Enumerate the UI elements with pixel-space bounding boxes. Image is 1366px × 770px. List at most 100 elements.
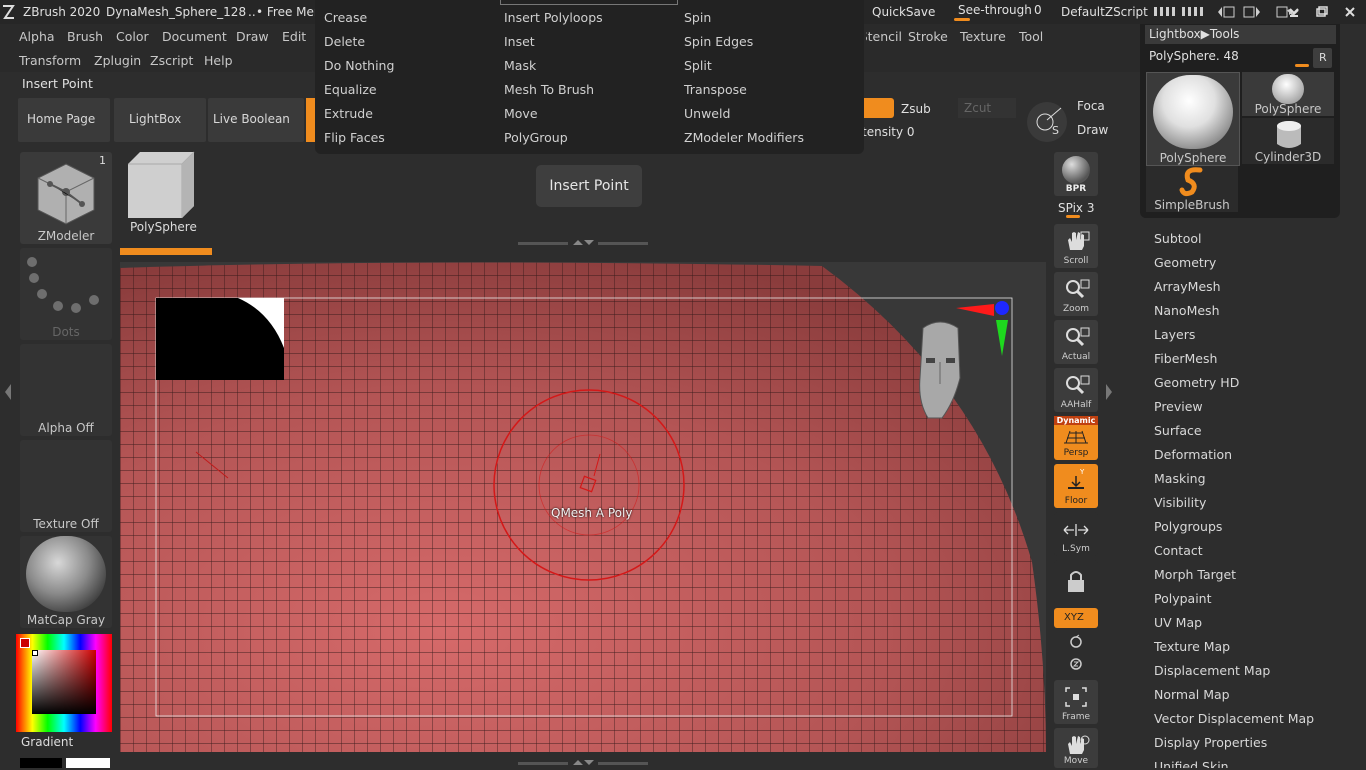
lightbox-tools-button[interactable]: Lightbox▶Tools — [1145, 25, 1336, 44]
action-unweld[interactable]: Unweld — [684, 106, 730, 121]
tool-thumb-cylinder3d[interactable]: Cylinder3D — [1242, 118, 1334, 164]
right-tray-arrow-icon[interactable] — [1105, 382, 1113, 405]
stroke-picker[interactable]: Dots — [20, 248, 112, 340]
subpalette-masking[interactable]: Masking — [1154, 471, 1206, 486]
subpalette-polygroups[interactable]: Polygroups — [1154, 519, 1222, 534]
menu-transform[interactable]: Transform — [19, 53, 81, 68]
bpr-button[interactable]: BPR — [1054, 152, 1098, 196]
rotate-z-icon[interactable] — [1068, 656, 1084, 675]
action-inset[interactable]: Inset — [504, 34, 535, 49]
action-extrude[interactable]: Extrude — [324, 106, 373, 121]
persp-button[interactable]: Dynamic Persp — [1054, 416, 1098, 460]
action-equalize[interactable]: Equalize — [324, 82, 377, 97]
subpalette-nanomesh[interactable]: NanoMesh — [1154, 303, 1220, 318]
see-through-slider[interactable]: See-through 0 — [952, 2, 1050, 22]
subpalette-geometry-hd[interactable]: Geometry HD — [1154, 375, 1239, 390]
subpalette-vector-displacement-map[interactable]: Vector Displacement Map — [1154, 711, 1314, 726]
action-transpose[interactable]: Transpose — [684, 82, 747, 97]
top-shelf-handle[interactable] — [518, 236, 648, 245]
tool-thumb-polysphere-small[interactable]: PolySphere — [1242, 72, 1334, 116]
secondary-color-swatch[interactable] — [20, 758, 62, 768]
gradient-label[interactable]: Gradient — [21, 735, 73, 749]
aahalf-button[interactable]: AAHalf — [1054, 368, 1098, 412]
subpalette-displacement-map[interactable]: Displacement Map — [1154, 663, 1270, 678]
action-split[interactable]: Split — [684, 58, 712, 73]
action-delete[interactable]: Delete — [324, 34, 365, 49]
subpalette-display-properties[interactable]: Display Properties — [1154, 735, 1267, 750]
live-boolean-button[interactable]: Live Boolean — [208, 98, 304, 142]
minimize-icon[interactable] — [1288, 6, 1300, 21]
subpalette-contact[interactable]: Contact — [1154, 543, 1203, 558]
action-move[interactable]: Move — [504, 106, 538, 121]
subpalette-geometry[interactable]: Geometry — [1154, 255, 1216, 270]
action-flip-faces[interactable]: Flip Faces — [324, 130, 385, 145]
current-tool-slider[interactable]: PolySphere. 48 — [1145, 47, 1311, 69]
tool-thumb-polysphere-large[interactable]: PolySphere — [1146, 72, 1240, 166]
lazymouse-button[interactable]: S — [1027, 102, 1067, 142]
xyz-button[interactable]: XYZ — [1054, 608, 1098, 628]
subpalette-polypaint[interactable]: Polypaint — [1154, 591, 1212, 606]
left-tray-arrow-icon[interactable] — [4, 382, 12, 405]
actual-button[interactable]: Actual — [1054, 320, 1098, 364]
action-spin[interactable]: Spin — [684, 10, 711, 25]
zcut-button[interactable]: Zcut — [958, 98, 1016, 118]
lsym-button[interactable]: L.Sym — [1054, 512, 1098, 556]
zoom-button[interactable]: Zoom — [1054, 272, 1098, 316]
brush-picker[interactable]: 1 ZModeler — [20, 152, 112, 244]
move-button[interactable]: Move — [1054, 728, 1098, 768]
action-crease[interactable]: Crease — [324, 10, 367, 25]
menu-stencil-clip[interactable]: Stencil — [866, 29, 902, 45]
subpalette-arraymesh[interactable]: ArrayMesh — [1154, 279, 1221, 294]
menu-zplugin[interactable]: Zplugin — [94, 53, 141, 68]
menu-document[interactable]: Document — [162, 29, 227, 44]
action-spin-edges[interactable]: Spin Edges — [684, 34, 753, 49]
bottom-shelf-handle[interactable] — [518, 756, 648, 765]
zsub-button[interactable]: Zsub — [901, 102, 931, 116]
z-intensity-slider[interactable]: tensity 0 — [862, 125, 915, 139]
zadd-button[interactable] — [864, 98, 894, 118]
menu-alpha[interactable]: Alpha — [19, 29, 55, 44]
local-transform-button[interactable] — [1054, 560, 1098, 604]
menu-stroke[interactable]: Stroke — [908, 29, 948, 44]
menu-zscript[interactable]: Zscript — [150, 53, 193, 68]
menu-stencil[interactable]: Stencil — [866, 29, 902, 44]
subpalette-unified-skin[interactable]: Unified Skin — [1154, 759, 1229, 768]
action-mesh-to-brush[interactable]: Mesh To Brush — [504, 82, 594, 97]
quicksave-button[interactable]: QuickSave — [872, 5, 935, 19]
r-button[interactable]: R — [1313, 48, 1332, 68]
subpalette-morph-target[interactable]: Morph Target — [1154, 567, 1236, 582]
lightbox-button[interactable]: LightBox — [114, 98, 206, 142]
subpalette-uv-map[interactable]: UV Map — [1154, 615, 1202, 630]
action-insert-polyloops[interactable]: Insert Polyloops — [504, 10, 603, 25]
home-page-button[interactable]: Home Page — [18, 98, 110, 142]
primary-color-swatch[interactable] — [66, 758, 110, 768]
menu-texture[interactable]: Texture — [960, 29, 1006, 44]
menu-color[interactable]: Color — [116, 29, 149, 44]
subpalette-texture-map[interactable]: Texture Map — [1154, 639, 1230, 654]
subpalette-deformation[interactable]: Deformation — [1154, 447, 1232, 462]
frame-button[interactable]: Frame — [1054, 680, 1098, 724]
subpalette-preview[interactable]: Preview — [1154, 399, 1203, 414]
menu-tool[interactable]: Tool — [1019, 29, 1043, 44]
tool-thumb-simplebrush[interactable]: SimpleBrush — [1146, 166, 1238, 212]
scroll-button[interactable]: Scroll — [1054, 224, 1098, 268]
canvas[interactable]: QMesh A Poly — [120, 262, 1046, 752]
action-polygroup[interactable]: PolyGroup — [504, 130, 568, 145]
rotate-y-icon[interactable] — [1068, 634, 1084, 653]
texture-picker[interactable]: Texture Off — [20, 440, 112, 532]
subpalette-subtool[interactable]: Subtool — [1154, 231, 1201, 246]
action-do-nothing[interactable]: Do Nothing — [324, 58, 394, 73]
close-icon[interactable] — [1344, 6, 1356, 21]
main-color-swatch[interactable] — [20, 638, 30, 648]
spix-slider[interactable]: SPix 3 — [1058, 201, 1094, 215]
subpalette-layers[interactable]: Layers — [1154, 327, 1195, 342]
focal-shift-slider[interactable]: Foca — [1077, 99, 1105, 113]
action-mask[interactable]: Mask — [504, 58, 536, 73]
menu-edit[interactable]: Edit — [282, 29, 306, 44]
floor-button[interactable]: Y Floor — [1054, 464, 1098, 508]
alpha-picker[interactable]: Alpha Off — [20, 344, 112, 436]
color-picker[interactable] — [16, 634, 112, 732]
draw-size-slider[interactable]: Draw — [1077, 123, 1108, 137]
material-picker[interactable]: MatCap Gray — [20, 536, 112, 628]
menu-help[interactable]: Help — [204, 53, 233, 68]
